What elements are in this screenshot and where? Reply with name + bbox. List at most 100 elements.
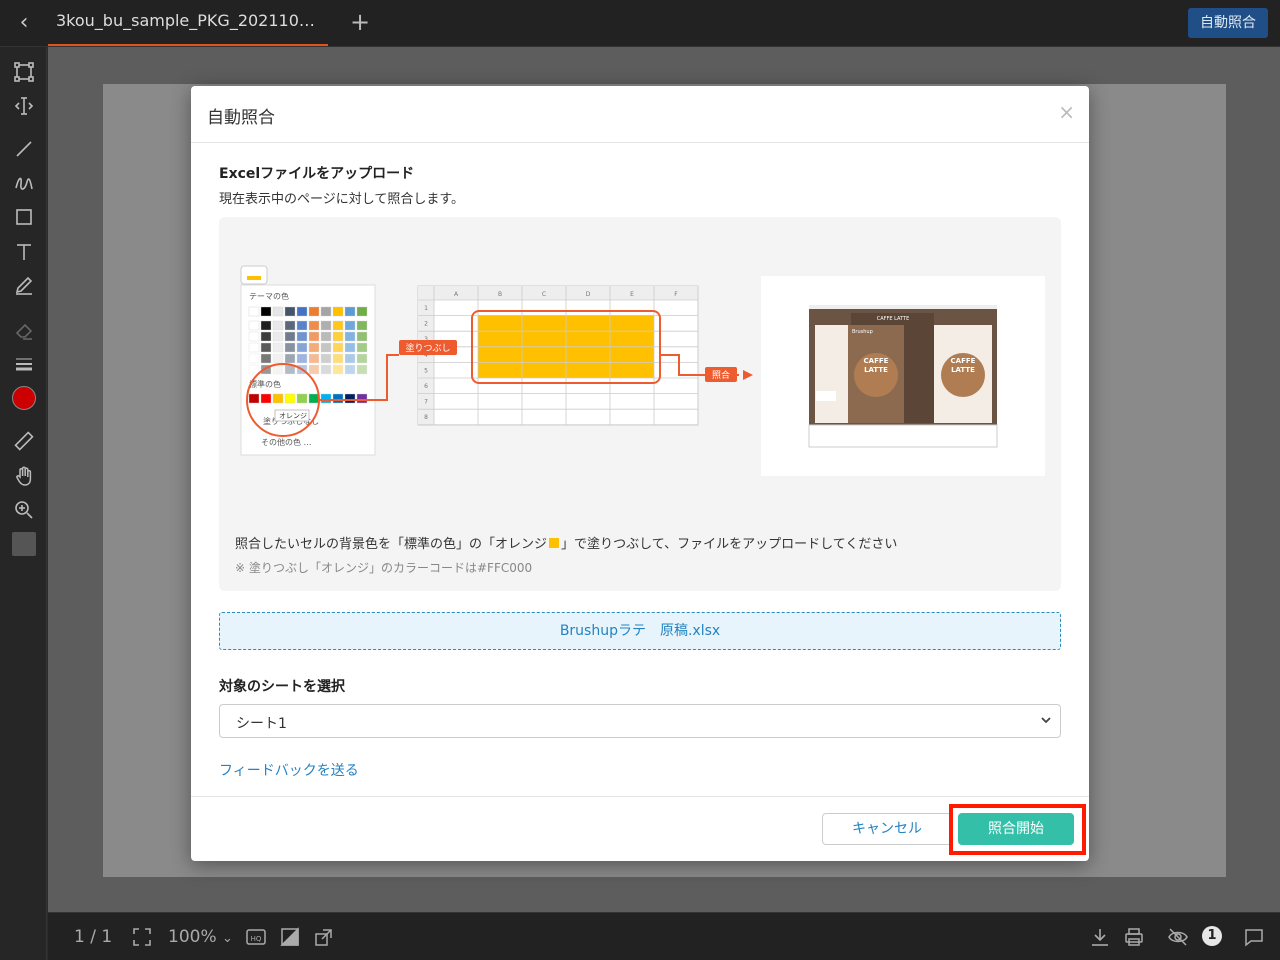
stroke-width-icon[interactable] <box>9 349 39 379</box>
select-frame-icon[interactable] <box>9 57 39 87</box>
fill-swatch[interactable] <box>12 532 36 556</box>
theme-color-cell <box>260 342 272 353</box>
theme-color-cell <box>272 331 284 342</box>
package-name-line1-back: CAFFE <box>951 357 976 365</box>
standard-color-cell <box>248 393 260 404</box>
text-cursor-icon[interactable] <box>9 91 39 121</box>
standard-color-cell <box>296 393 308 404</box>
export-icon[interactable] <box>312 925 336 949</box>
theme-color-cell <box>296 306 308 317</box>
theme-color-cell <box>272 320 284 331</box>
cancel-button[interactable]: キャンセル <box>822 813 952 845</box>
download-icon[interactable] <box>1088 925 1112 949</box>
line-icon[interactable] <box>9 134 39 164</box>
theme-color-cell <box>356 353 368 364</box>
orange-swatch <box>549 538 560 548</box>
theme-color-cell <box>248 331 260 342</box>
hq-icon[interactable]: HQ <box>244 925 268 949</box>
marker-icon[interactable] <box>9 270 39 300</box>
color-palette-illustration: テーマの色 標準の色 塗りつぶしなし その他の色 … オレンジ <box>240 265 399 456</box>
back-button[interactable]: ‹ <box>10 8 38 38</box>
color-picker[interactable] <box>12 386 36 410</box>
notification-badge[interactable]: 1 <box>1202 926 1222 946</box>
theme-color-cell <box>260 331 272 342</box>
row-header: 5 <box>424 367 428 374</box>
standard-color-cell <box>332 393 344 404</box>
theme-color-cell <box>272 306 284 317</box>
theme-color-cell <box>296 331 308 342</box>
standard-color-cell <box>272 393 284 404</box>
theme-color-cell <box>272 342 284 353</box>
upload-heading: Excelファイルをアップロード <box>219 166 415 182</box>
standard-color-cell <box>284 393 296 404</box>
freehand-icon[interactable] <box>9 168 39 198</box>
theme-color-cell <box>344 320 356 331</box>
theme-color-cell <box>356 306 368 317</box>
theme-color-cell <box>332 353 344 364</box>
fill-badge: 塗りつぶし <box>405 342 450 354</box>
print-icon[interactable] <box>1122 925 1146 949</box>
theme-color-cell <box>320 306 332 317</box>
match-badge: 照合 <box>712 369 730 381</box>
package-brand: Brushup <box>852 329 873 335</box>
theme-color-cell <box>356 364 368 375</box>
theme-color-cell <box>332 306 344 317</box>
theme-color-cell <box>332 320 344 331</box>
theme-color-cell <box>308 320 320 331</box>
eraser-icon[interactable] <box>9 315 39 345</box>
compare-icon[interactable] <box>278 925 302 949</box>
sheet-select[interactable]: シート1 <box>219 704 1061 738</box>
standard-color-cell <box>344 393 356 404</box>
rectangle-icon[interactable] <box>9 202 39 232</box>
theme-color-cell <box>296 320 308 331</box>
file-tab[interactable]: 3kou_bu_sample_PKG_202110… <box>48 0 328 46</box>
theme-color-cell <box>284 353 296 364</box>
standard-color-cell <box>356 393 368 404</box>
svg-text:HQ: HQ <box>251 935 262 943</box>
theme-color-cell <box>284 342 296 353</box>
start-match-button[interactable]: 照合開始 <box>958 813 1074 845</box>
column-header: C <box>542 291 546 298</box>
theme-color-cell <box>308 331 320 342</box>
feedback-link[interactable]: フィードバックを送る <box>219 760 359 780</box>
theme-color-cell <box>320 342 332 353</box>
zoom-icon[interactable] <box>9 495 39 525</box>
theme-color-cell <box>284 320 296 331</box>
visibility-off-icon[interactable] <box>1166 925 1190 949</box>
row-header: 2 <box>424 321 428 328</box>
zoom-level[interactable]: 100% ⌄ <box>168 927 233 947</box>
theme-color-cell <box>260 306 272 317</box>
standard-color-cell <box>308 393 320 404</box>
theme-color-cell <box>320 364 332 375</box>
page-indicator: 1 / 1 <box>74 927 113 947</box>
hand-icon[interactable] <box>9 461 39 491</box>
close-icon[interactable]: × <box>1058 100 1075 124</box>
file-upload-dropzone[interactable]: Brushupラテ 原稿.xlsx <box>219 612 1061 650</box>
theme-color-cell <box>308 306 320 317</box>
theme-color-cell <box>248 364 260 375</box>
plus-icon: + <box>349 8 371 36</box>
theme-color-cell <box>284 331 296 342</box>
add-tab-button[interactable]: + <box>346 7 374 37</box>
theme-color-cell <box>344 342 356 353</box>
more-colors-item: その他の色 … <box>261 437 312 447</box>
theme-color-cell <box>248 342 260 353</box>
package-name-line1: CAFFE <box>864 357 889 365</box>
theme-color-cell <box>296 353 308 364</box>
comment-icon[interactable] <box>1242 925 1266 949</box>
theme-color-cell <box>296 342 308 353</box>
fit-screen-icon[interactable] <box>130 925 154 949</box>
row-header: 1 <box>424 305 428 312</box>
orange-tooltip: オレンジ <box>279 412 307 420</box>
theme-color-cell <box>248 320 260 331</box>
file-tab-label: 3kou_bu_sample_PKG_202110… <box>56 11 315 30</box>
package-name-line2-back: LATTE <box>951 366 975 374</box>
text-icon[interactable] <box>9 237 39 267</box>
theme-color-cell <box>284 306 296 317</box>
standard-color-cell <box>260 393 272 404</box>
auto-match-button[interactable]: 自動照合 <box>1188 8 1268 38</box>
theme-color-cell <box>332 364 344 375</box>
ruler-icon[interactable] <box>9 426 39 456</box>
theme-color-cell <box>344 353 356 364</box>
chevron-down-icon <box>1040 714 1052 729</box>
